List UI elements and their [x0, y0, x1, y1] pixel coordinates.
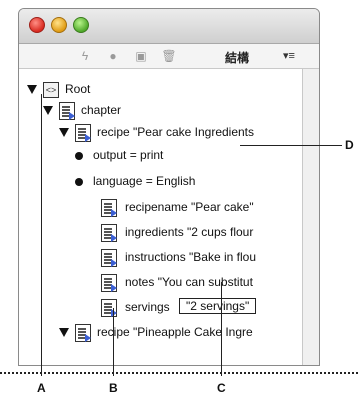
- callout-line-b: [113, 308, 114, 376]
- panel-tab-structure[interactable]: 結構: [225, 49, 249, 66]
- structure-tree: <> Root chapter recipe "Pear cake Ingred…: [19, 69, 301, 365]
- tree-label: recipe "Pineapple Cake Ingre: [97, 325, 253, 339]
- tree-label: Root: [65, 82, 91, 96]
- tree-label: language = English: [93, 174, 196, 188]
- zoom-window-button[interactable]: [73, 17, 89, 33]
- cut-line: [0, 372, 358, 374]
- tree-label: recipename "Pear cake": [125, 200, 254, 214]
- element-doc-icon: [75, 124, 91, 142]
- root-element-icon: <>: [43, 82, 59, 98]
- callout-label-c: C: [217, 381, 226, 395]
- lightning-icon[interactable]: ϟ: [77, 48, 93, 64]
- tree-label: chapter: [81, 103, 122, 117]
- element-doc-icon: [59, 102, 75, 120]
- title-bar: [19, 9, 319, 44]
- attribute-bullet-icon: [75, 152, 83, 160]
- insert-element-icon[interactable]: ▣: [133, 48, 149, 64]
- disclosure-triangle-icon[interactable]: [59, 328, 69, 337]
- element-doc-icon: [101, 224, 117, 242]
- callout-line-c: [221, 282, 222, 376]
- callout-label-b: B: [109, 381, 118, 395]
- callout-line-d: [240, 145, 342, 146]
- callout-label-a: A: [37, 381, 46, 395]
- tree-label: output = print: [93, 148, 164, 162]
- attribute-bullet-icon: [75, 178, 83, 186]
- tree-label: recipe "Pear cake Ingredients: [97, 125, 255, 139]
- disclosure-triangle-icon[interactable]: [59, 128, 69, 137]
- bullet-icon[interactable]: ●: [105, 48, 121, 64]
- element-doc-icon: [101, 299, 117, 317]
- structure-panel-window: ϟ ● ▣ 🗑 結構 ▾≡ <> Root chapter recipe "Pe…: [18, 8, 320, 366]
- close-window-button[interactable]: [29, 17, 45, 33]
- callout-label-d: D: [345, 138, 354, 152]
- disclosure-triangle-icon[interactable]: [43, 106, 53, 115]
- element-doc-icon: [75, 324, 91, 342]
- tree-label: ingredients "2 cups flour: [125, 225, 254, 239]
- servings-value-text: "2 servings": [179, 298, 257, 314]
- element-doc-icon: [101, 249, 117, 267]
- tree-label: notes "You can substitut: [125, 275, 253, 289]
- disclosure-triangle-icon[interactable]: [27, 85, 37, 94]
- minimize-window-button[interactable]: [51, 17, 67, 33]
- tree-label: servings: [125, 300, 170, 314]
- panel-toolbar: ϟ ● ▣ 🗑 結構 ▾≡: [19, 44, 319, 69]
- panel-menu-button[interactable]: ▾≡: [283, 49, 295, 62]
- vertical-scrollbar[interactable]: [302, 69, 319, 365]
- element-doc-icon: [101, 274, 117, 292]
- trash-icon[interactable]: 🗑: [161, 48, 177, 64]
- tree-label: instructions "Bake in flou: [125, 250, 256, 264]
- element-doc-icon: [101, 199, 117, 217]
- callout-line-a: [41, 94, 42, 376]
